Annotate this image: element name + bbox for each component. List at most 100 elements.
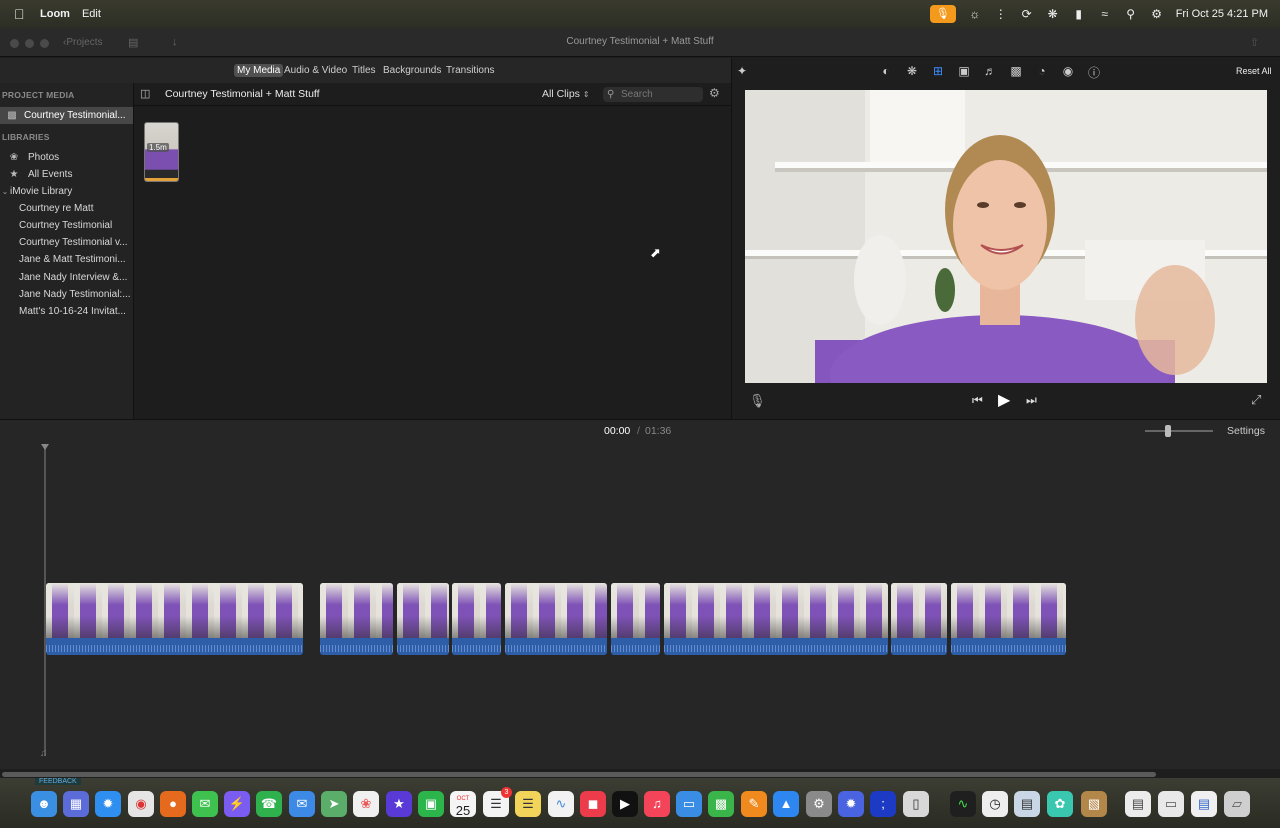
timeline-clip[interactable] (951, 583, 1066, 655)
system-settings-icon[interactable]: ⚙ (806, 791, 832, 817)
fullscreen-expand-icon[interactable]: ⤢ (1251, 392, 1261, 408)
crop-icon[interactable]: ⊞ (930, 64, 946, 78)
skip-back-icon[interactable]: ⏮ (972, 393, 983, 408)
info-icon[interactable]: ⓘ (1086, 64, 1102, 81)
brightness-icon[interactable]: ☼ (962, 7, 988, 21)
sidebar-item-event[interactable]: Courtney Testimonial (0, 217, 133, 234)
edit-menu[interactable]: Edit (82, 8, 101, 20)
timeline-clip[interactable] (397, 583, 449, 655)
timeline-clip[interactable] (452, 583, 501, 655)
feedback-tab[interactable]: FEEDBACK (35, 778, 81, 785)
calendar-icon[interactable]: OCT 25 (450, 791, 476, 818)
folder-icon[interactable]: ▧ (1081, 791, 1107, 817)
settings-gear-icon[interactable]: ⚙ (709, 86, 720, 100)
spotlight-search-icon[interactable]: ⚲ (1118, 7, 1144, 21)
music-icon[interactable]: ♫ (644, 791, 670, 817)
timeline-clip[interactable] (320, 583, 393, 655)
loom-app-icon[interactable]: ✿ (1047, 791, 1073, 817)
imovie-icon[interactable]: ★ (386, 791, 412, 817)
sidebar-toggle-icon[interactable]: ◫ (140, 87, 150, 100)
messenger-icon[interactable]: ⚡ (224, 791, 250, 817)
more-menu-icon[interactable]: ⋮ (988, 7, 1014, 21)
facetime-icon[interactable]: ▣ (418, 791, 444, 817)
media-clip-thumbnail[interactable]: 1.5m (144, 122, 179, 182)
pages-icon[interactable]: ✎ (741, 791, 767, 817)
drive-icon[interactable]: ▭ (1158, 791, 1184, 817)
clock-app-icon[interactable]: ◷ (982, 791, 1008, 817)
control-center-icon[interactable]: ⚙ (1144, 7, 1170, 21)
zoom-slider-handle[interactable] (1165, 425, 1171, 437)
messages-icon[interactable]: ✉ (192, 791, 218, 817)
launchpad-icon[interactable]: ▦ (63, 791, 89, 817)
play-icon[interactable]: ▶ (998, 390, 1010, 410)
zoom-slider[interactable] (1145, 425, 1213, 437)
video-preview[interactable] (745, 90, 1267, 383)
freeform-icon[interactable]: ∿ (548, 791, 574, 817)
trash-icon[interactable]: ▱ (1224, 791, 1250, 817)
equalizer-icon[interactable]: ▩ (1008, 64, 1024, 78)
chevron-down-icon[interactable]: ⌄ (0, 183, 10, 200)
tab-backgrounds[interactable]: Backgrounds (380, 64, 444, 77)
volume-icon[interactable]: ♬ (982, 64, 998, 78)
sidebar-item-event[interactable]: Courtney Testimonial v... (0, 234, 133, 251)
sidebar-item-event[interactable]: Courtney re Matt (0, 200, 133, 217)
tab-my-media[interactable]: My Media (234, 64, 284, 77)
firefox-icon[interactable]: ● (160, 791, 186, 817)
fan-icon[interactable]: ❋ (1040, 7, 1066, 21)
timeline-clip[interactable] (46, 583, 303, 655)
document-icon[interactable]: ▤ (1125, 791, 1151, 817)
screenshot-icon[interactable]: ▤ (1191, 791, 1217, 817)
share-icon[interactable]: ⇧ (1250, 36, 1259, 49)
microphone-recording-icon[interactable]: 🎙 (929, 5, 956, 23)
tab-audio-video[interactable]: Audio & Video (281, 64, 350, 77)
whatsapp-icon[interactable]: ☎ (256, 791, 282, 817)
maps-icon[interactable]: ➤ (321, 791, 347, 817)
skip-forward-icon[interactable]: ⏭ (1026, 393, 1037, 408)
all-clips-filter[interactable]: All Clips ⇕ (542, 88, 590, 100)
chrome-icon[interactable]: ◉ (128, 791, 154, 817)
battery-icon[interactable]: ▮ (1066, 7, 1092, 21)
magic-wand-icon[interactable]: ✦ (734, 64, 750, 78)
sidebar-item-photos[interactable]: ❀ Photos (0, 149, 133, 166)
stabilization-camera-icon[interactable]: ▣ (956, 64, 972, 78)
news-icon[interactable]: ◼ (580, 791, 606, 817)
preview-icon[interactable]: ▤ (1014, 791, 1040, 817)
reset-all-button[interactable]: Reset All (1236, 66, 1272, 76)
mail-icon[interactable]: ✉ (289, 791, 315, 817)
timeline-clip[interactable] (891, 583, 947, 655)
notes-icon[interactable]: ☰ (515, 791, 541, 817)
activity-monitor-icon[interactable]: ∿ (950, 791, 976, 817)
sidebar-item-event[interactable]: Jane & Matt Testimoni... (0, 251, 133, 268)
sidebar-item-event[interactable]: Jane Nady Interview &... (0, 269, 133, 286)
gear-app-icon[interactable]: ✹ (838, 791, 864, 817)
finder-icon[interactable]: ☻ (31, 791, 57, 817)
numbers-icon[interactable]: ▩ (708, 791, 734, 817)
safari-icon[interactable]: ✹ (95, 791, 121, 817)
color-balance-icon[interactable]: ◐ (878, 64, 894, 78)
apple-tv-icon[interactable]: ▶ (612, 791, 638, 817)
voiceover-microphone-icon[interactable]: 🎙 (749, 393, 766, 409)
sync-icon[interactable]: ⟳ (1014, 7, 1040, 21)
filter-icon[interactable]: ◉ (1060, 64, 1076, 78)
timeline-clip[interactable] (505, 583, 607, 655)
timeline-clip[interactable] (611, 583, 660, 655)
app-store-icon[interactable]: ▲ (773, 791, 799, 817)
sidebar-item-event[interactable]: Jane Nady Testimonial:... (0, 286, 133, 303)
iphone-mirroring-icon[interactable]: ▯ (903, 791, 929, 817)
reminders-icon[interactable]: ☰ 3 (483, 787, 512, 817)
tab-titles[interactable]: Titles (349, 64, 379, 77)
sidebar-item-event[interactable]: Matt's 10-16-24 Invitat... (0, 303, 133, 320)
sidebar-item-all-events[interactable]: ★ All Events (0, 166, 133, 183)
speed-icon[interactable]: ◔ (1034, 64, 1050, 78)
apple-menu-icon[interactable]:  (14, 6, 28, 22)
keynote-icon[interactable]: ▭ (676, 791, 702, 817)
timeline-settings-button[interactable]: Settings (1227, 425, 1265, 437)
sidebar-item-imovie-library[interactable]: ⌄ iMovie Library (0, 183, 133, 200)
semicolon-app-icon[interactable]: ; (870, 791, 896, 817)
wifi-icon[interactable]: ≈ (1092, 7, 1118, 21)
search-input[interactable]: ⚲ Search (603, 87, 703, 102)
app-menu[interactable]: Loom (40, 8, 70, 20)
tab-transitions[interactable]: Transitions (443, 64, 498, 77)
playhead-marker-icon[interactable] (41, 444, 49, 450)
photos-app-icon[interactable]: ❀ (353, 791, 379, 817)
